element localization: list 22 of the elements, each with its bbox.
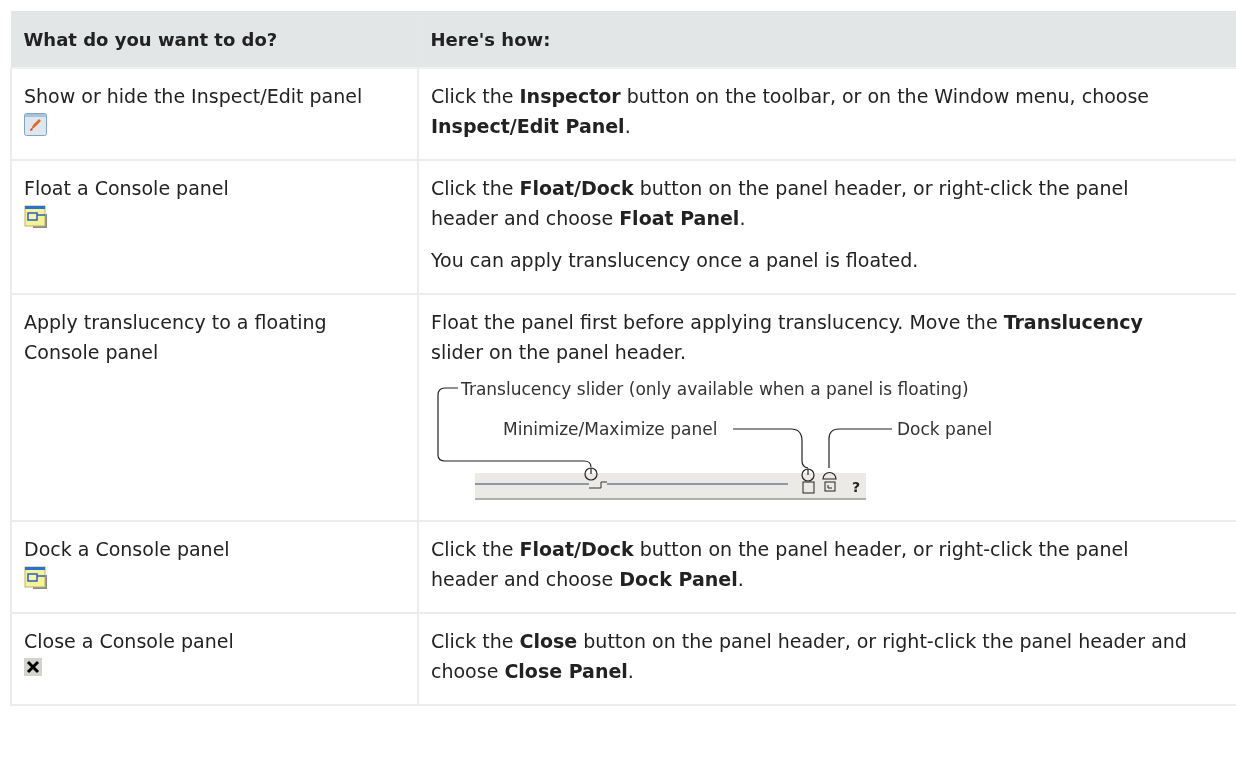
callout-label: Minimize/Maximize panel: [503, 419, 718, 439]
table-cell-text: Dock a Console panel: [24, 537, 231, 562]
callout-label: Translucency slider (only available when a panel is floating): [461, 379, 969, 399]
instruction-text: Click the Close button on the panel header, or right-click the panel header and choose Close Panel.: [431, 629, 1188, 684]
leader-line: [822, 428, 893, 480]
windows-icon: [24, 566, 48, 590]
table-cell-text: Close a Console panel: [24, 629, 235, 654]
instruction-text: Click the Float/Dock button on the panel header, or right-click the panel header and choose Float Panel.: [431, 176, 1130, 231]
table-cell-text: Show or hide the Inspect/Edit panel: [24, 84, 364, 109]
table-cell-text: Apply translucency to a floating Console panel: [24, 310, 328, 365]
instruction-text: Click the Inspector button on the toolbar, or on the Window menu, choose Inspect/Edit Panel.: [431, 84, 1150, 139]
instruction-text: Float the panel first before applying translucency. Move the Translucency slider on the panel header.: [431, 310, 1144, 365]
instruction-text: You can apply translucency once a panel is floated.: [431, 248, 920, 273]
callout-label: Dock panel: [897, 419, 993, 439]
help-mark: ?: [852, 479, 861, 495]
column-header: Here's how:: [418, 11, 1236, 68]
table-cell-text: Float a Console panel: [24, 176, 230, 201]
column-header: What do you want to do?: [11, 11, 418, 68]
instruction-text: Click the Float/Dock button on the panel header, or right-click the panel header and choose Dock Panel.: [431, 537, 1130, 592]
close-icon: [24, 658, 42, 676]
windows-icon: [24, 205, 48, 229]
pencil-icon: [24, 113, 47, 136]
